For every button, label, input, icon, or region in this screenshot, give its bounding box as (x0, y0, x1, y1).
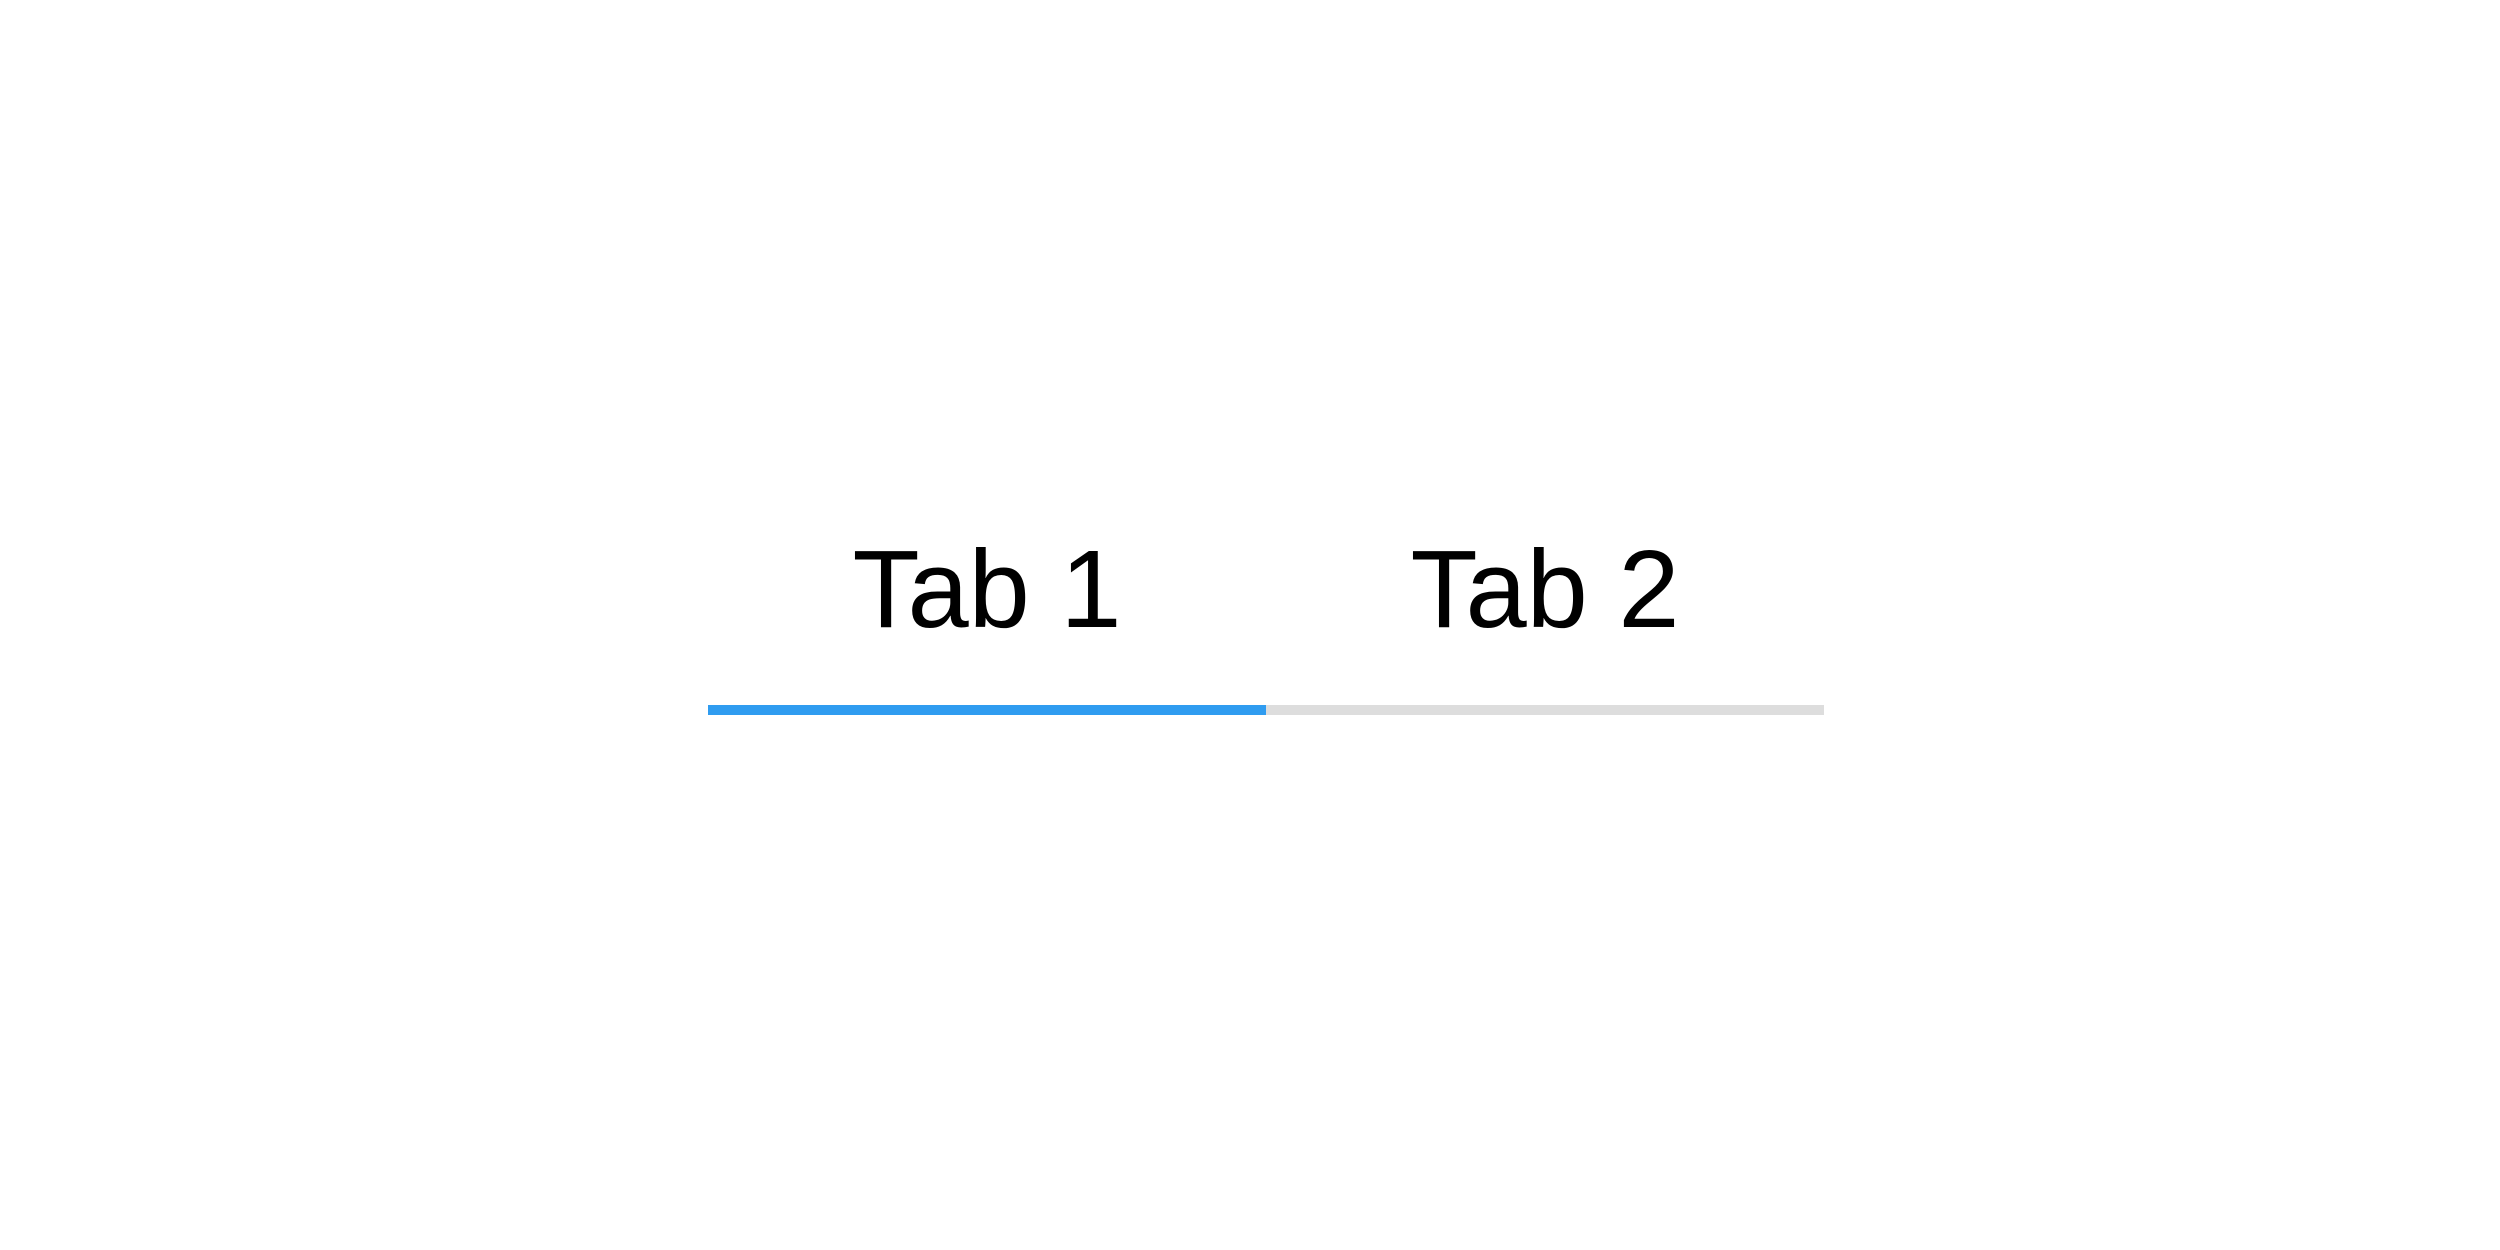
tab-1[interactable]: Tab 1 (708, 520, 1266, 715)
tab-2[interactable]: Tab 2 (1266, 520, 1824, 715)
tab-bar: Tab 1 Tab 2 (708, 520, 1824, 715)
tab-1-active-indicator (708, 705, 1266, 715)
tab-2-indicator (1266, 705, 1824, 715)
tab-1-label: Tab 1 (852, 528, 1122, 651)
tab-2-label: Tab 2 (1410, 528, 1680, 651)
